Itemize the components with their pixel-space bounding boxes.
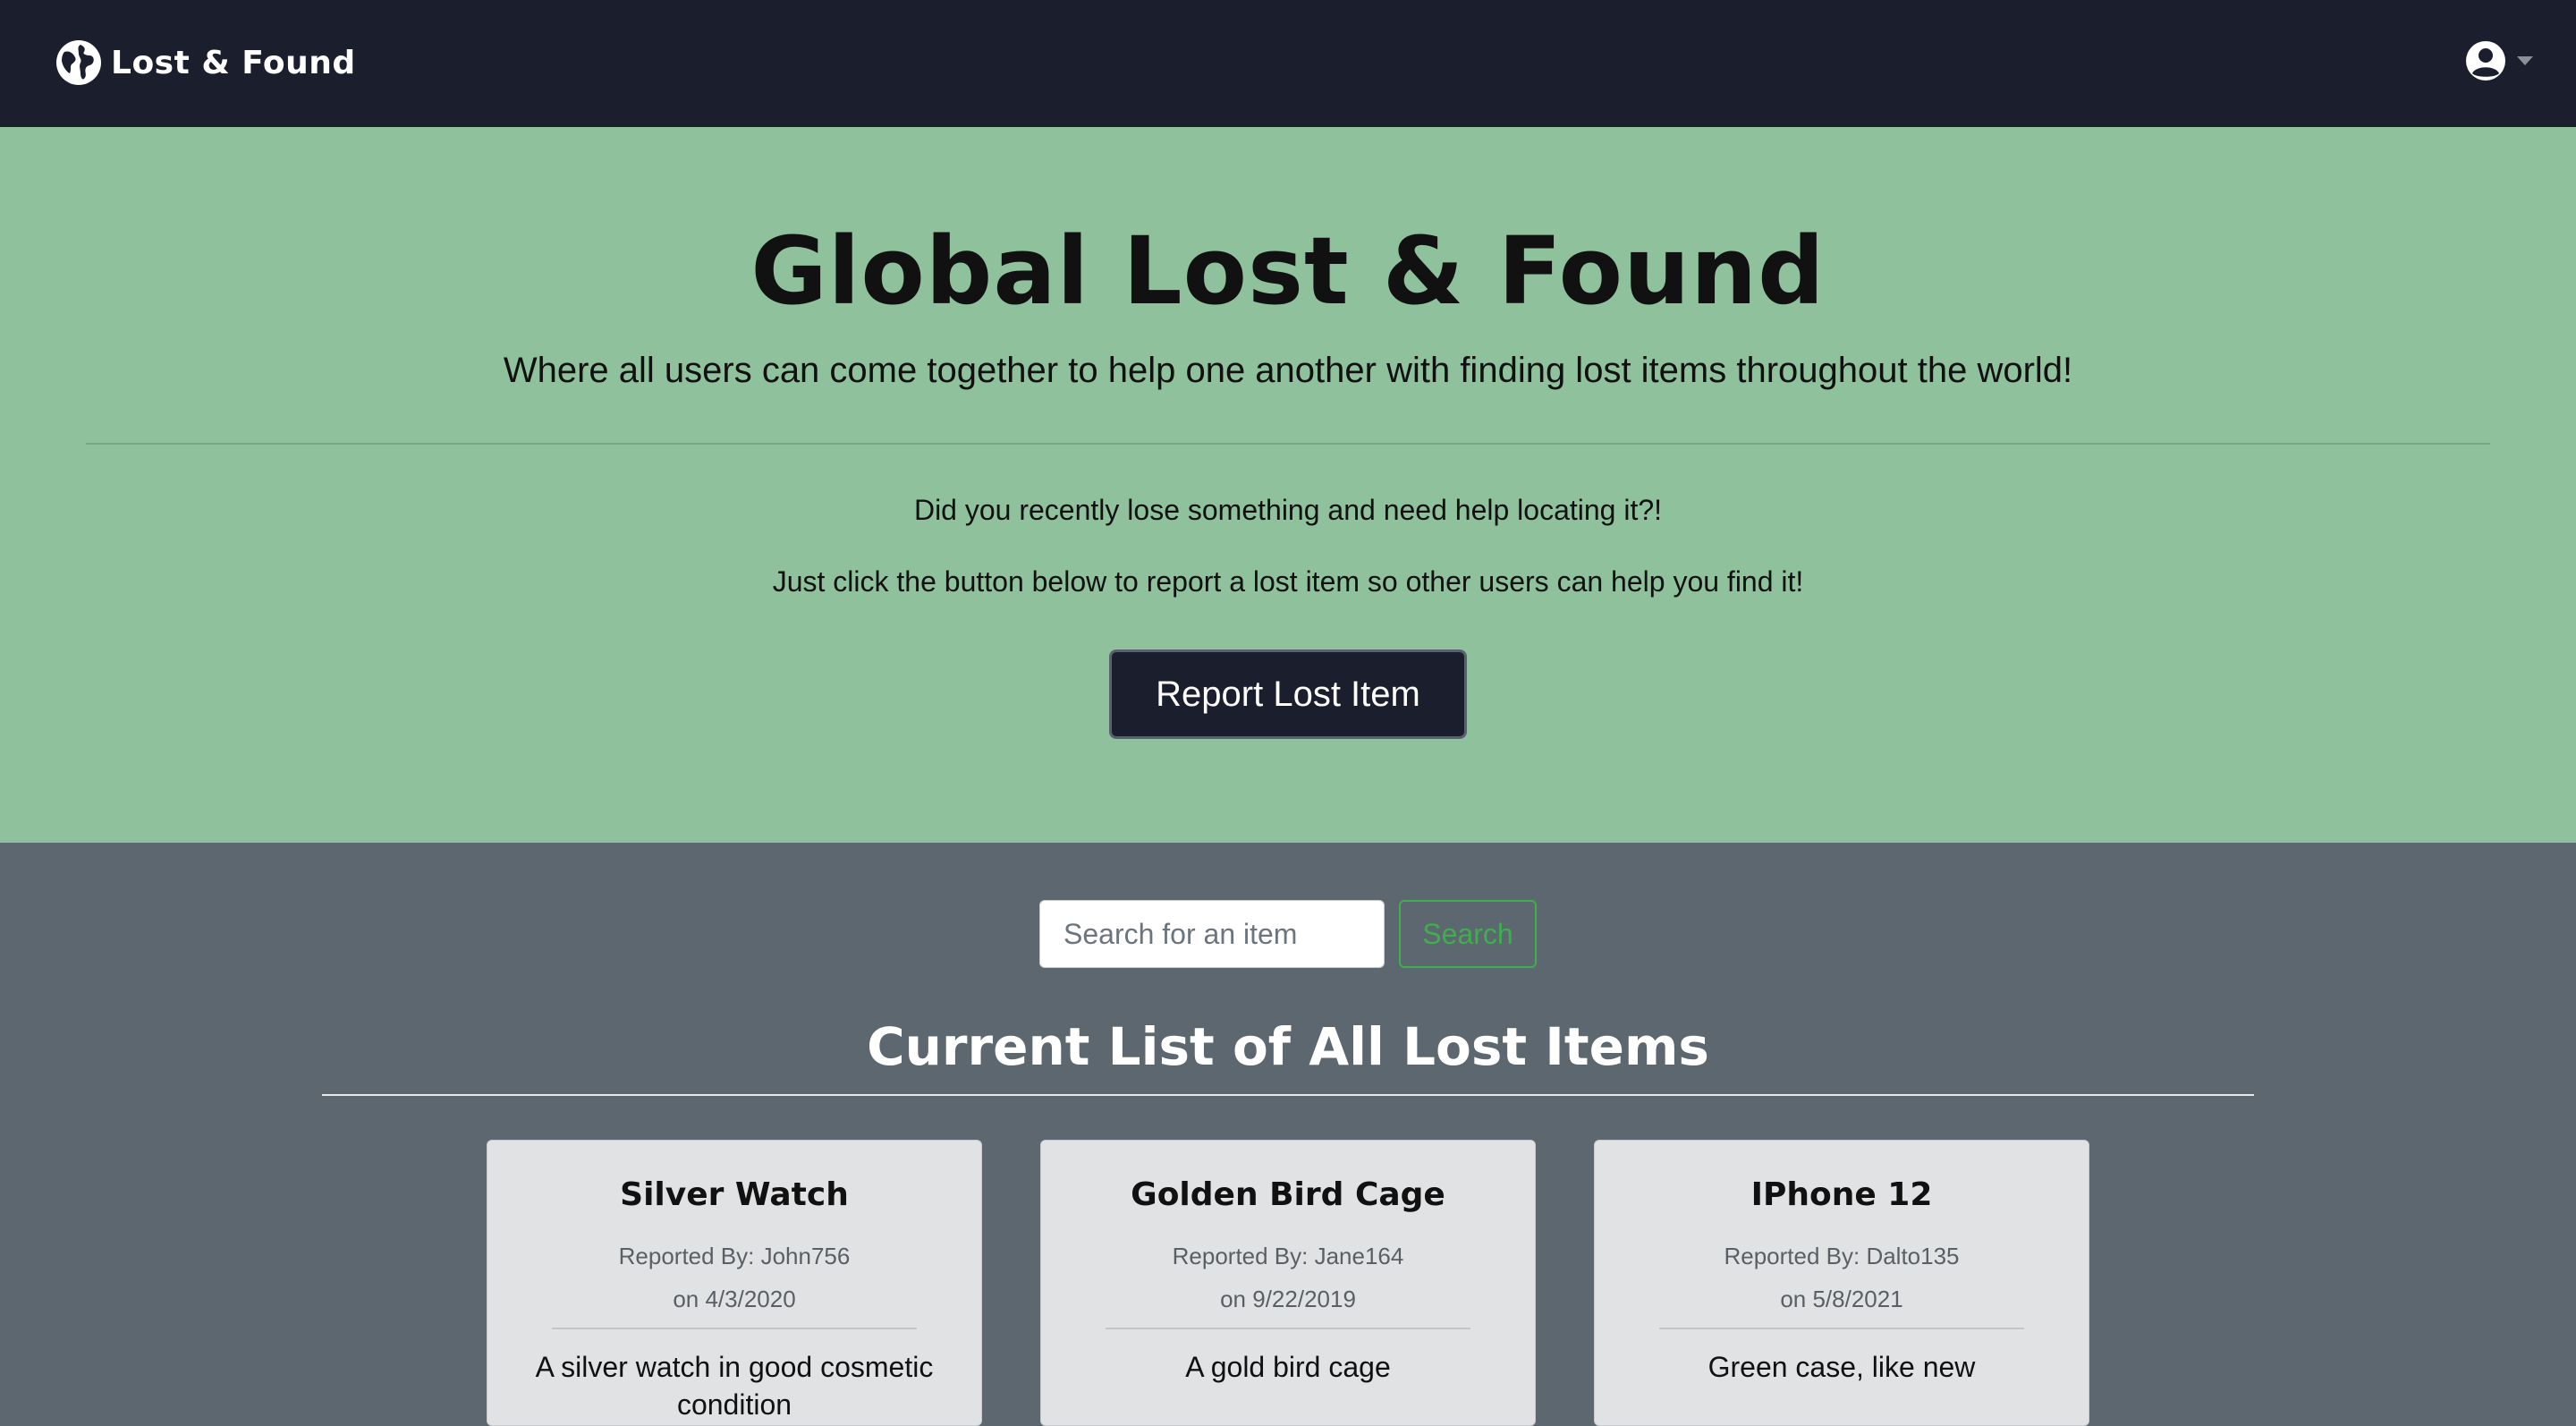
item-date: on 9/22/2019 xyxy=(1220,1286,1356,1312)
item-name: Golden Bird Cage xyxy=(1131,1176,1445,1213)
item-date: on 5/8/2021 xyxy=(1780,1286,1903,1312)
item-card[interactable]: IPhone 12 Reported By: Dalto135 on 5/8/2… xyxy=(1594,1140,2089,1426)
item-reporter: Reported By: Dalto135 xyxy=(1724,1243,1960,1269)
item-name: IPhone 12 xyxy=(1750,1176,1933,1213)
caret-down-icon xyxy=(2517,56,2533,65)
brand-label: Lost & Found xyxy=(111,44,356,81)
list-divider xyxy=(322,1094,2254,1096)
item-card[interactable]: Silver Watch Reported By: John756 on 4/3… xyxy=(487,1140,982,1426)
card-divider xyxy=(1106,1328,1470,1329)
report-lost-item-button[interactable]: Report Lost Item xyxy=(1109,649,1467,739)
brand-link[interactable]: Lost & Found xyxy=(55,34,356,91)
search-input[interactable] xyxy=(1039,900,1385,968)
item-description: Green case, like new xyxy=(1707,1351,1976,1383)
item-name: Silver Watch xyxy=(620,1176,849,1213)
item-card[interactable]: Golden Bird Cage Reported By: Jane164 on… xyxy=(1040,1140,1536,1426)
hero-divider xyxy=(86,443,2490,445)
hero-instruction: Just click the button below to report a … xyxy=(772,565,1804,598)
page-title: Global Lost & Found xyxy=(750,216,1826,326)
lost-items-section: Search Current List of All Lost Items Si… xyxy=(0,843,2576,1426)
list-title: Current List of All Lost Items xyxy=(867,1016,1709,1077)
item-description: A silver watch in good cosmetic conditio… xyxy=(535,1351,934,1421)
item-description: A gold bird cage xyxy=(1185,1351,1391,1383)
card-divider xyxy=(552,1328,917,1329)
item-reporter: Reported By: John756 xyxy=(618,1243,851,1269)
globe-icon xyxy=(55,39,102,86)
navbar: Lost & Found xyxy=(0,0,2576,127)
search-button[interactable]: Search xyxy=(1399,900,1537,968)
item-date: on 4/3/2020 xyxy=(673,1286,796,1312)
hero-question: Did you recently lose something and need… xyxy=(913,494,1663,526)
card-divider xyxy=(1659,1328,2024,1329)
user-circle-icon xyxy=(2465,40,2506,81)
user-menu-dropdown[interactable] xyxy=(2465,39,2533,82)
hero-section: Global Lost & Found Where all users can … xyxy=(0,127,2576,843)
item-reporter: Reported By: Jane164 xyxy=(1172,1243,1404,1269)
hero-subtitle: Where all users can come together to hel… xyxy=(503,351,2073,390)
